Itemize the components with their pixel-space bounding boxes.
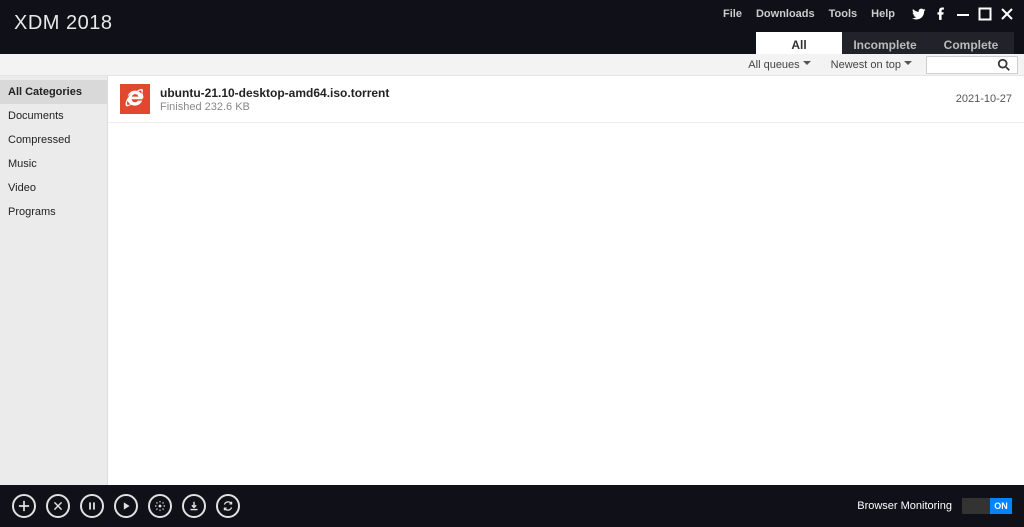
sort-filter-label: Newest on top bbox=[831, 59, 901, 71]
browser-monitoring-toggle[interactable]: ON bbox=[962, 498, 1012, 514]
ie-icon bbox=[120, 84, 150, 114]
search-box bbox=[926, 56, 1018, 74]
download-button[interactable] bbox=[182, 494, 206, 518]
pause-button[interactable] bbox=[80, 494, 104, 518]
menu-file[interactable]: File bbox=[716, 4, 749, 24]
chevron-down-icon bbox=[904, 58, 912, 72]
sidebar-item-all-categories[interactable]: All Categories bbox=[0, 80, 107, 104]
filter-bar: All queues Newest on top bbox=[0, 54, 1024, 76]
browser-monitoring-label: Browser Monitoring bbox=[857, 500, 952, 512]
download-status: Finished 232.6 KB bbox=[160, 101, 956, 113]
minimize-icon[interactable] bbox=[956, 7, 970, 21]
sidebar-item-programs[interactable]: Programs bbox=[0, 200, 107, 224]
add-button[interactable] bbox=[12, 494, 36, 518]
delete-button[interactable] bbox=[46, 494, 70, 518]
maximize-icon[interactable] bbox=[978, 7, 992, 21]
download-list: ubuntu-21.10-desktop-amd64.iso.torrent F… bbox=[108, 76, 1024, 485]
menu-downloads[interactable]: Downloads bbox=[749, 4, 822, 24]
resume-button[interactable] bbox=[114, 494, 138, 518]
sidebar: All Categories Documents Compressed Musi… bbox=[0, 76, 108, 485]
sort-filter[interactable]: Newest on top bbox=[825, 58, 918, 72]
settings-button[interactable] bbox=[148, 494, 172, 518]
sidebar-item-documents[interactable]: Documents bbox=[0, 104, 107, 128]
footer: Browser Monitoring ON bbox=[0, 485, 1024, 527]
toggle-on-label: ON bbox=[990, 498, 1012, 514]
sidebar-item-music[interactable]: Music bbox=[0, 152, 107, 176]
menubar: File Downloads Tools Help bbox=[716, 0, 1014, 24]
twitter-icon[interactable] bbox=[912, 7, 926, 21]
download-name: ubuntu-21.10-desktop-amd64.iso.torrent bbox=[160, 86, 956, 100]
sidebar-item-compressed[interactable]: Compressed bbox=[0, 128, 107, 152]
close-icon[interactable] bbox=[1000, 7, 1014, 21]
queue-filter[interactable]: All queues bbox=[742, 58, 816, 72]
app-title: XDM 2018 bbox=[14, 0, 113, 35]
chevron-down-icon bbox=[803, 58, 811, 72]
sidebar-item-video[interactable]: Video bbox=[0, 176, 107, 200]
refresh-button[interactable] bbox=[216, 494, 240, 518]
download-row[interactable]: ubuntu-21.10-desktop-amd64.iso.torrent F… bbox=[108, 76, 1024, 123]
download-date: 2021-10-27 bbox=[956, 93, 1012, 105]
search-icon[interactable] bbox=[997, 58, 1011, 72]
menu-help[interactable]: Help bbox=[864, 4, 902, 24]
search-input[interactable] bbox=[927, 59, 997, 71]
titlebar: XDM 2018 File Downloads Tools Help bbox=[0, 0, 1024, 54]
menu-tools[interactable]: Tools bbox=[822, 4, 865, 24]
queue-filter-label: All queues bbox=[748, 59, 799, 71]
facebook-icon[interactable] bbox=[934, 7, 948, 21]
